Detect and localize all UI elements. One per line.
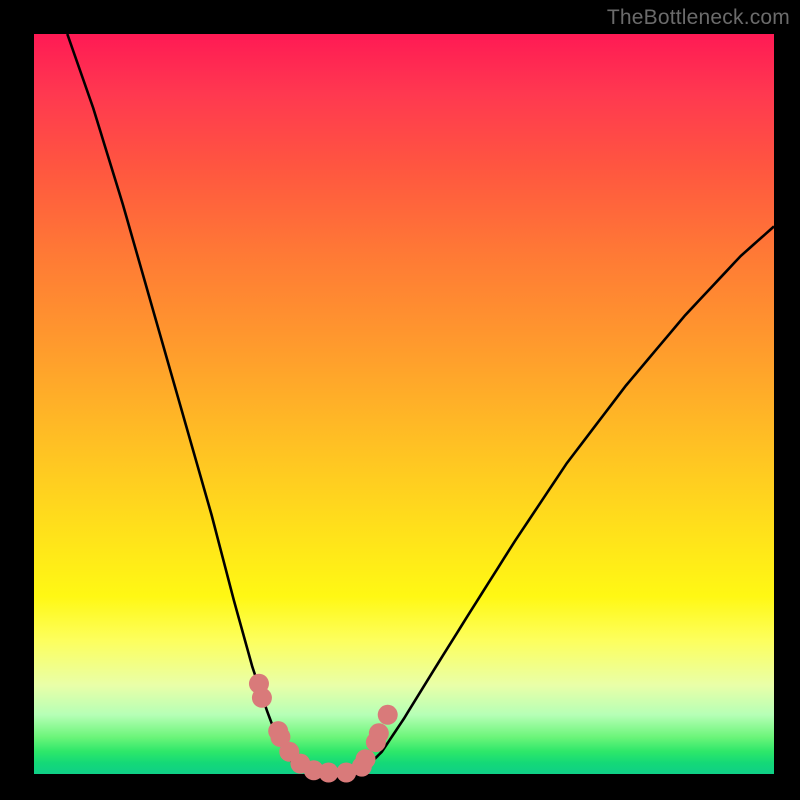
curve-right-path: [363, 226, 774, 770]
data-dot: [369, 723, 389, 743]
watermark-text: TheBottleneck.com: [607, 6, 790, 30]
dots-group: [249, 674, 398, 783]
data-dot: [319, 763, 339, 783]
data-dot: [252, 688, 272, 708]
data-dot: [378, 705, 398, 725]
data-dot: [356, 749, 376, 769]
chart-frame: TheBottleneck.com: [0, 0, 800, 800]
curve-left-path: [67, 34, 300, 770]
curve-group: [67, 34, 774, 774]
chart-svg: [34, 34, 774, 774]
